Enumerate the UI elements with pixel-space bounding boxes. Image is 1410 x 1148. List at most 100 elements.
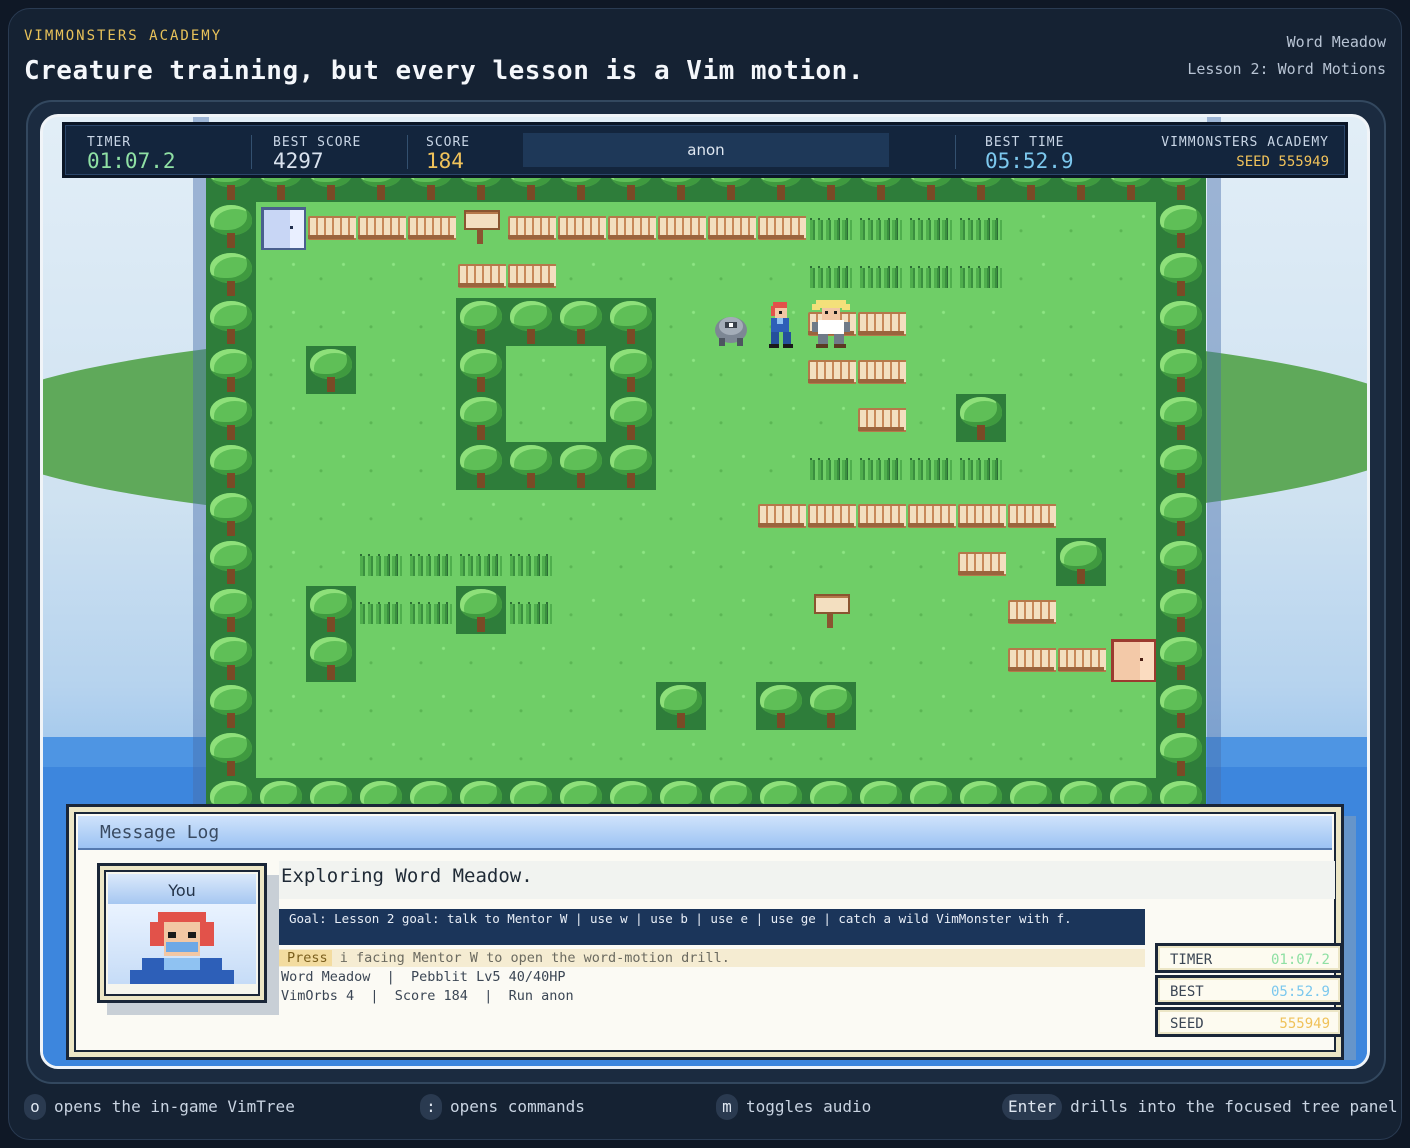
- tree-tile: [206, 682, 256, 730]
- grass-tile: [406, 682, 456, 730]
- grass-tile: [756, 538, 806, 586]
- tree-tile: [956, 778, 1006, 806]
- grass-tile: [256, 442, 306, 490]
- hint-text: i facing Mentor W to open the word-motio…: [331, 950, 730, 966]
- grass-tile: [456, 634, 506, 682]
- red-door[interactable]: [1106, 634, 1157, 683]
- grass-tile: [1056, 586, 1106, 634]
- tall-grass-tile: [356, 586, 406, 634]
- grass-tile: [356, 634, 406, 682]
- tree-tile: [306, 346, 356, 394]
- tall-grass-tile: [406, 538, 456, 586]
- key-colon[interactable]: :: [420, 1094, 442, 1120]
- signpost[interactable]: [806, 586, 856, 634]
- key-m[interactable]: m: [716, 1094, 738, 1120]
- hud-divider: [251, 135, 252, 169]
- tree-tile: [506, 298, 556, 346]
- tree-tile: [606, 298, 656, 346]
- grass-tile: [656, 250, 706, 298]
- grass-tile: [706, 634, 756, 682]
- signpost[interactable]: [456, 202, 506, 250]
- tree-tile: [606, 778, 656, 806]
- grass-tile: [406, 730, 456, 778]
- key-enter[interactable]: Enter: [1002, 1094, 1063, 1120]
- tall-grass-tile: [956, 250, 1006, 298]
- hud-timer-value: 01:07.2: [87, 149, 176, 173]
- overworld-map[interactable]: [206, 178, 1206, 806]
- grass-tile: [256, 250, 306, 298]
- tree-tile: [1156, 682, 1206, 730]
- tall-grass-tile: [456, 538, 506, 586]
- footer-hint-audio: m toggles audio: [716, 1094, 871, 1120]
- tree-tile: [206, 778, 256, 806]
- grass-tile: [906, 682, 956, 730]
- grass-tile: [456, 730, 506, 778]
- grass-tile: [556, 346, 606, 394]
- tree-tile: [1056, 178, 1106, 202]
- grass-tile: [1006, 346, 1056, 394]
- grass-tile: [706, 490, 756, 538]
- hud-best-time-value: 05:52.9: [985, 149, 1074, 173]
- stat-timer: TIMER 01:07.2: [1155, 943, 1343, 973]
- blue-door[interactable]: [256, 202, 307, 251]
- page-headline: Creature training, but every lesson is a…: [24, 56, 864, 86]
- key-o[interactable]: o: [24, 1094, 46, 1120]
- grass-tile: [1106, 250, 1156, 298]
- grass-tile: [756, 586, 806, 634]
- grass-tile: [356, 490, 406, 538]
- grass-tile: [506, 346, 556, 394]
- grass-tile: [606, 490, 656, 538]
- stat-best: BEST 05:52.9: [1155, 975, 1343, 1005]
- grass-tile: [906, 730, 956, 778]
- grass-tile: [356, 346, 406, 394]
- tree-tile: [406, 178, 456, 202]
- stat-value: 01:07.2: [1270, 952, 1330, 968]
- grass-tile: [756, 346, 806, 394]
- hint-line: Press i facing Mentor W to open the word…: [279, 949, 1145, 967]
- grass-tile: [256, 298, 306, 346]
- hud-seed-value: 555949: [1278, 154, 1329, 170]
- grass-tile: [1006, 730, 1056, 778]
- tree-tile: [656, 682, 706, 730]
- grass-tile: [506, 682, 556, 730]
- grass-tile: [306, 394, 356, 442]
- grass-tile: [1006, 298, 1056, 346]
- wild-monster-sprite: [711, 308, 751, 348]
- grass-tile: [756, 730, 806, 778]
- grass-tile: [1106, 586, 1156, 634]
- grass-tile: [606, 682, 656, 730]
- grass-tile: [906, 586, 956, 634]
- tree-tile: [1156, 178, 1206, 202]
- grass-tile: [356, 394, 406, 442]
- grass-tile: [506, 634, 556, 682]
- grass-tile: [356, 682, 406, 730]
- fence-tile: [756, 490, 808, 538]
- grass-tile: [406, 298, 456, 346]
- tree-tile: [206, 250, 256, 298]
- grass-tile: [456, 490, 506, 538]
- hint-key: Press: [279, 950, 332, 966]
- tree-tile: [606, 442, 656, 490]
- tree-tile: [1006, 778, 1056, 806]
- stat-key: TIMER: [1170, 952, 1213, 968]
- fence-tile: [1006, 490, 1058, 538]
- grass-tile: [1056, 298, 1106, 346]
- tree-tile: [406, 778, 456, 806]
- grass-tile: [1056, 394, 1106, 442]
- stat-key: SEED: [1170, 1016, 1204, 1032]
- grass-tile: [1106, 682, 1156, 730]
- fence-tile: [556, 202, 608, 250]
- fence-tile: [506, 202, 558, 250]
- location-party-info: Word Meadow | Pebblit Lv5 40/40HP: [281, 969, 565, 985]
- tree-tile: [656, 178, 706, 202]
- footer-hint-text: toggles audio: [746, 1097, 872, 1116]
- tree-tile: [1106, 178, 1156, 202]
- lesson-name: Lesson 2: Word Motions: [1187, 60, 1386, 78]
- inventory-info: VimOrbs 4 | Score 184 | Run anon: [281, 988, 574, 1004]
- grass-tile: [656, 442, 706, 490]
- mentor-w-sprite[interactable]: [808, 298, 854, 348]
- grass-tile: [656, 586, 706, 634]
- grass-tile: [1006, 682, 1056, 730]
- grass-tile: [306, 250, 356, 298]
- hud-divider: [407, 135, 408, 169]
